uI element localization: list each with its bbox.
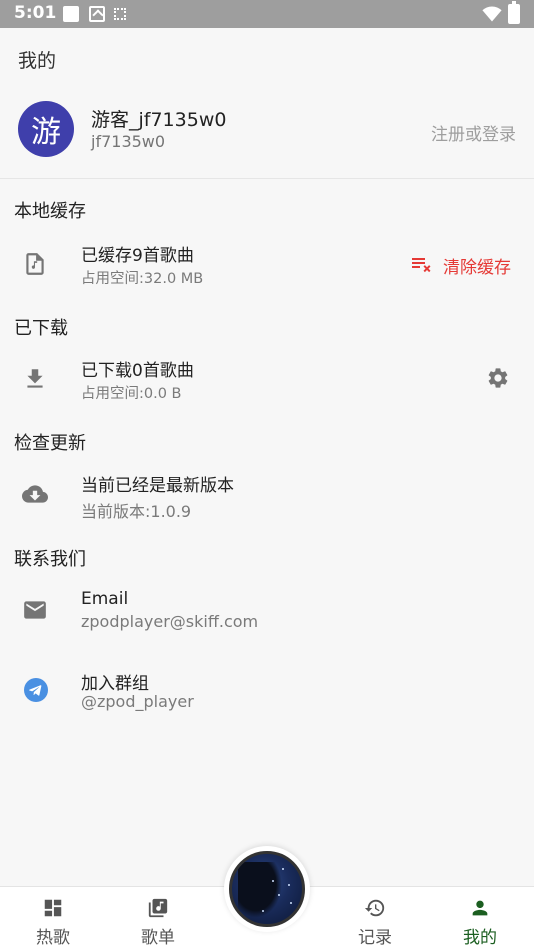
nav-label: 热歌: [36, 928, 70, 948]
history-icon: [364, 899, 385, 917]
now-playing-disc[interactable]: [224, 846, 310, 932]
battery-icon: [508, 1, 520, 24]
status-bar: 5:01: [0, 0, 534, 28]
nav-playlists[interactable]: 歌单: [113, 887, 203, 950]
nav-hot-songs[interactable]: 热歌: [8, 887, 98, 950]
email-title: Email: [81, 589, 129, 609]
album-art: [229, 851, 305, 927]
dashboard-icon: [44, 899, 62, 917]
download-icon: [27, 369, 43, 388]
update-subtitle: 当前版本:1.0.9: [81, 502, 192, 521]
downloads-subtitle: 占用空间:0.0 B: [81, 386, 182, 402]
notification-app-icon: [63, 6, 79, 22]
music-file-icon: [26, 253, 44, 275]
person-icon: [472, 900, 488, 916]
cache-title: 已缓存9首歌曲: [81, 246, 194, 266]
notification-a-icon: [89, 6, 105, 22]
profile-row[interactable]: 游 游客_jf7135w0 jf7135w0 注册或登录: [0, 92, 534, 178]
username: 游客_jf7135w0: [91, 109, 227, 131]
library-music-icon: [148, 898, 168, 918]
group-value[interactable]: @zpod_player: [81, 692, 194, 711]
clear-list-icon: [412, 258, 431, 273]
nav-mine[interactable]: 我的: [435, 887, 525, 950]
clear-cache-button[interactable]: 清除缓存: [409, 252, 511, 278]
update-title[interactable]: 当前已经是最新版本: [81, 471, 234, 496]
status-time: 5:01: [14, 3, 57, 23]
email-icon: [24, 601, 46, 619]
page-title: 我的: [18, 50, 57, 72]
section-title-update: 检查更新: [14, 433, 86, 454]
section-title-cache: 本地缓存: [14, 201, 86, 222]
nav-label: 歌单: [141, 928, 175, 948]
user-id: jf7135w0: [91, 132, 166, 151]
nav-label: 我的: [463, 928, 497, 948]
download-settings-gear-icon[interactable]: [486, 366, 510, 390]
wifi-icon: [482, 6, 502, 22]
login-button[interactable]: 注册或登录: [431, 120, 516, 145]
clear-cache-label: 清除缓存: [443, 257, 511, 278]
section-title-downloads: 已下载: [14, 318, 68, 339]
email-value[interactable]: zpodplayer@skiff.com: [81, 612, 258, 631]
cache-subtitle: 占用空间:32.0 MB: [81, 271, 204, 287]
nav-history[interactable]: 记录: [330, 887, 420, 950]
telegram-icon: [24, 678, 48, 702]
cloud-download-icon: [22, 485, 48, 503]
downloads-title: 已下载0首歌曲: [81, 361, 194, 381]
avatar[interactable]: 游: [18, 101, 74, 157]
group-title: 加入群组: [81, 674, 149, 694]
section-title-contact: 联系我们: [14, 549, 86, 570]
divider: [0, 178, 534, 179]
notification-qr-icon: [114, 8, 126, 20]
nav-label: 记录: [358, 928, 392, 948]
